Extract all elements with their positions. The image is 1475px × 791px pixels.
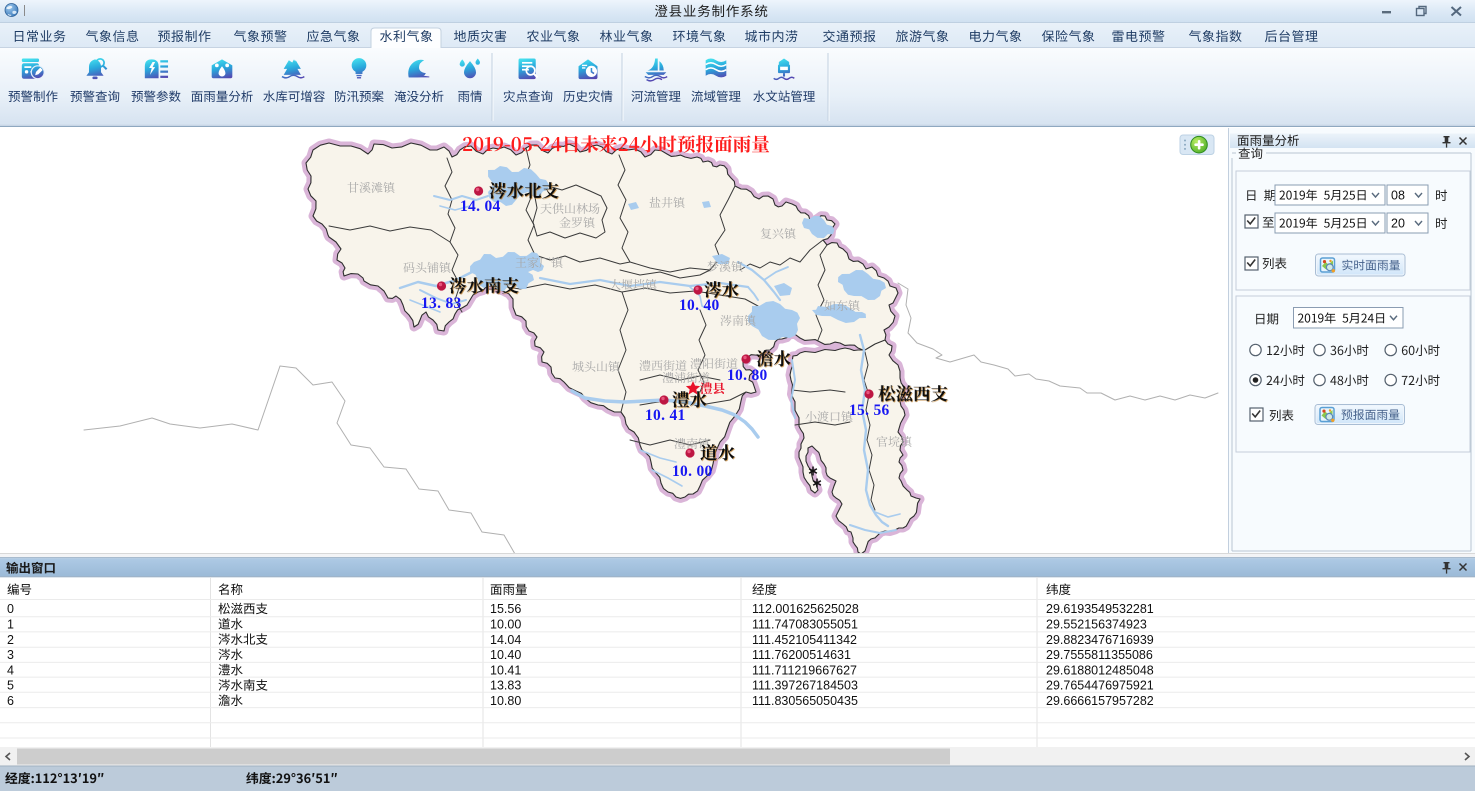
svg-text:29.6188012485048: 29.6188012485048 xyxy=(1046,663,1154,677)
svg-text:4: 4 xyxy=(7,663,14,677)
svg-text:29.6666157957282: 29.6666157957282 xyxy=(1046,694,1154,708)
svg-text:29.7555811355086: 29.7555811355086 xyxy=(1046,648,1153,662)
svg-text:6: 6 xyxy=(7,694,14,708)
svg-text:111.397267184503: 111.397267184503 xyxy=(752,679,858,693)
svg-text:15. 56: 15. 56 xyxy=(849,402,890,419)
svg-text:14. 04: 14. 04 xyxy=(460,198,501,215)
svg-text:13. 83: 13. 83 xyxy=(421,295,462,312)
svg-text:111.452105411342: 111.452105411342 xyxy=(752,633,857,647)
svg-text:29.552156374923: 29.552156374923 xyxy=(1046,618,1147,632)
svg-text:10. 41: 10. 41 xyxy=(645,407,686,424)
svg-text:08: 08 xyxy=(1391,189,1405,203)
svg-text:10. 40: 10. 40 xyxy=(679,297,720,314)
svg-text:10.41: 10.41 xyxy=(490,663,521,677)
svg-text:3: 3 xyxy=(7,648,14,662)
svg-text:0: 0 xyxy=(7,602,14,616)
svg-text:10. 80: 10. 80 xyxy=(727,367,768,384)
svg-text:10.80: 10.80 xyxy=(490,694,521,708)
svg-text:111.76200514631: 111.76200514631 xyxy=(752,648,851,662)
svg-text:2: 2 xyxy=(7,633,14,647)
svg-text:5: 5 xyxy=(7,679,14,693)
svg-text:10.40: 10.40 xyxy=(490,648,521,662)
svg-text:10.00: 10.00 xyxy=(490,618,521,632)
svg-text:111.830565050435: 111.830565050435 xyxy=(752,694,858,708)
svg-text:29.8823476716939: 29.8823476716939 xyxy=(1046,633,1154,647)
svg-text:15.56: 15.56 xyxy=(490,602,521,616)
svg-text:1: 1 xyxy=(7,618,14,632)
svg-text:29.6193549532281: 29.6193549532281 xyxy=(1046,602,1154,616)
svg-text:111.711219667627: 111.711219667627 xyxy=(752,663,857,677)
svg-text:10. 00: 10. 00 xyxy=(672,463,713,480)
svg-text:20: 20 xyxy=(1391,217,1405,231)
svg-text:111.747083055051: 111.747083055051 xyxy=(752,618,858,632)
svg-text:13.83: 13.83 xyxy=(490,679,521,693)
svg-text:14.04: 14.04 xyxy=(490,633,521,647)
svg-text:29.7654476975921: 29.7654476975921 xyxy=(1046,679,1154,693)
svg-text:112.001625625028: 112.001625625028 xyxy=(752,602,859,616)
